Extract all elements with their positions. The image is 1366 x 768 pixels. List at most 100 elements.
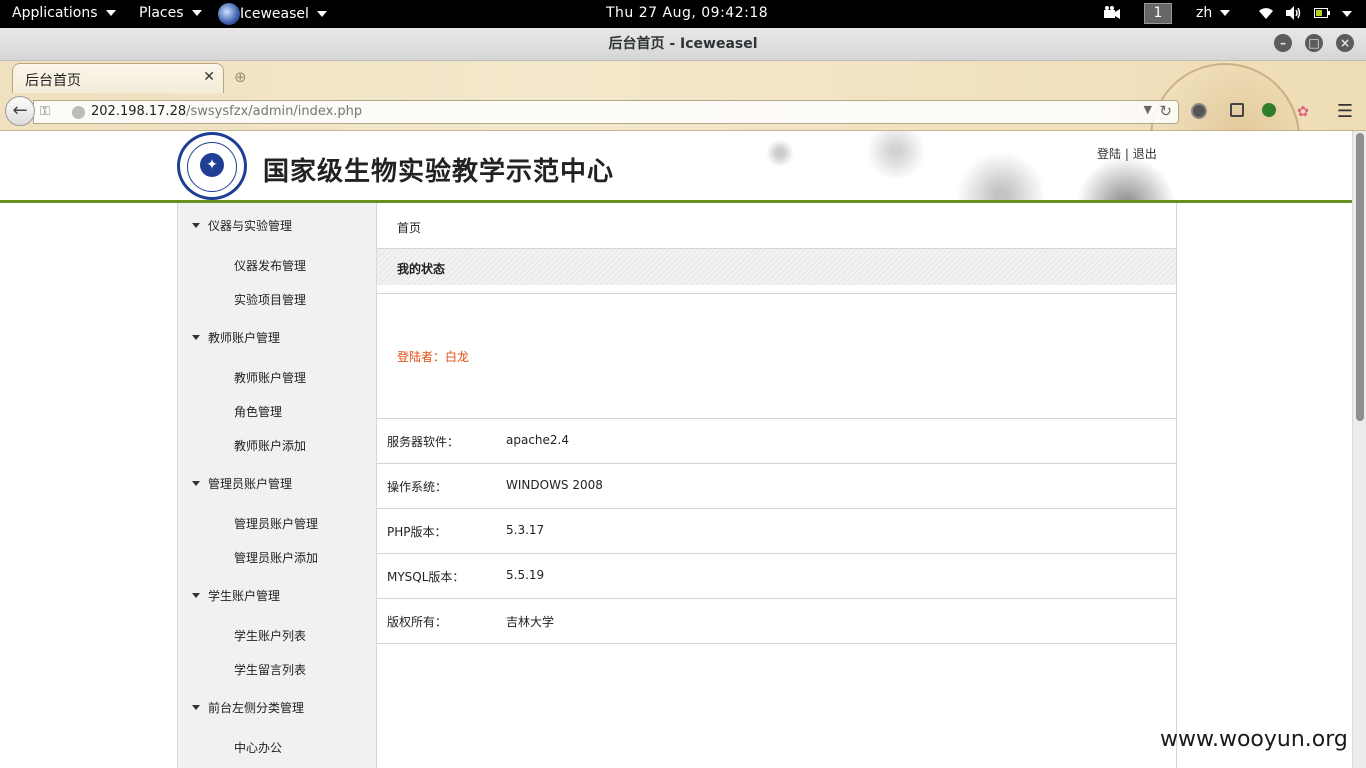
volume-icon[interactable]: [1286, 6, 1302, 20]
chevron-down-icon: [191, 10, 202, 16]
battery-icon[interactable]: [1314, 8, 1330, 18]
sidebar-group-teachers[interactable]: 教师账户管理: [192, 329, 280, 346]
sidebar-item-student-list[interactable]: 学生账户列表: [234, 627, 306, 644]
clock-label: Thu 27 Aug, 09:42:18: [606, 5, 769, 21]
sidebar-item-center-office[interactable]: 中心办公: [234, 739, 282, 756]
info-label-php: PHP版本：: [387, 525, 447, 539]
sidebar-group-label: 前台左侧分类管理: [208, 701, 305, 715]
triangle-down-icon: [192, 593, 200, 598]
sidebar-group-label: 管理员账户管理: [208, 477, 293, 491]
breadcrumb[interactable]: 首页: [397, 219, 421, 236]
wifi-icon[interactable]: [1258, 6, 1274, 20]
chevron-down-icon: [316, 11, 327, 17]
extension-flower-icon[interactable]: ✿: [1294, 103, 1312, 121]
sidebar-item-experiment-projects[interactable]: 实验项目管理: [234, 291, 306, 308]
sidebar-item-teacher-accounts[interactable]: 教师账户管理: [234, 369, 306, 386]
status-header: 我的状态: [377, 249, 1176, 285]
sidebar-item-roles[interactable]: 角色管理: [234, 403, 282, 420]
dandelion-decoration: [766, 139, 794, 167]
history-dropdown-icon[interactable]: ▼: [1144, 103, 1152, 116]
divider: [377, 463, 1176, 464]
sidebar-group-instruments[interactable]: 仪器与实验管理: [192, 217, 292, 234]
site-globe-icon: [72, 106, 85, 119]
new-tab-icon[interactable]: ⊕: [234, 68, 247, 86]
camera-icon[interactable]: [1104, 6, 1120, 20]
browser-chrome: 后台首页 ✕ ⊕ ⚿ 202.198.17.28/swsysfzx/admin/…: [0, 61, 1366, 213]
minimize-icon[interactable]: –: [1274, 34, 1292, 52]
reload-icon[interactable]: ↻: [1159, 102, 1172, 120]
extension-green-icon[interactable]: [1260, 103, 1278, 121]
app-menu[interactable]: Iceweasel: [218, 3, 327, 25]
sidebar-group-students[interactable]: 学生账户管理: [192, 587, 280, 604]
divider: [377, 643, 1176, 644]
reader-icon[interactable]: [1228, 103, 1246, 121]
auth-links: 登陆 | 退出: [1097, 145, 1157, 162]
info-value-mysql: 5.5.19: [506, 568, 545, 582]
info-label-copyright: 版权所有：: [387, 615, 448, 629]
sidebar-item-admin-add[interactable]: 管理员账户添加: [234, 549, 318, 566]
back-button[interactable]: ←: [5, 96, 35, 126]
dandelion-decoration: [866, 131, 926, 181]
info-label-server: 服务器软件：: [387, 435, 460, 449]
sidebar-group-categories[interactable]: 前台左侧分类管理: [192, 699, 304, 716]
url-path: /swsysfzx/admin/index.php: [186, 104, 363, 119]
address-bar[interactable]: ⚿ 202.198.17.28/swsysfzx/admin/index.php…: [33, 100, 1179, 124]
workspace-indicator[interactable]: 1: [1144, 3, 1172, 24]
dandelion-decoration: [1076, 156, 1176, 201]
site-title: 国家级生物实验教学示范中心: [263, 157, 615, 187]
info-value-server: apache2.4: [506, 433, 569, 447]
logout-link[interactable]: 退出: [1133, 147, 1157, 161]
sidebar-item-teacher-add[interactable]: 教师账户添加: [234, 437, 306, 454]
sidebar-group-admins[interactable]: 管理员账户管理: [192, 475, 292, 492]
link-separator: |: [1124, 147, 1129, 161]
applications-menu[interactable]: Applications: [12, 5, 116, 21]
iceweasel-icon: [218, 3, 240, 25]
header-banner: ✦ 国家级生物实验教学示范中心 登陆 | 退出: [176, 131, 1176, 201]
clock[interactable]: Thu 27 Aug, 09:42:18: [606, 5, 768, 21]
sidebar-item-student-messages[interactable]: 学生留言列表: [234, 661, 306, 678]
main-content: 首页 我的状态 登陆者：白龙 服务器软件： apache2.4 操作系统： WI…: [377, 203, 1177, 768]
triangle-down-icon: [192, 223, 200, 228]
admin-layout: 仪器与实验管理 仪器发布管理 实验项目管理 教师账户管理 教师账户管理 角色管理…: [177, 203, 1177, 768]
university-logo: ✦: [177, 132, 247, 200]
status-title: 我的状态: [397, 262, 446, 276]
divider: [377, 553, 1176, 554]
tab-admin-home[interactable]: 后台首页 ✕: [12, 63, 224, 93]
input-method-menu[interactable]: zh: [1196, 5, 1231, 21]
system-menu-chevron-down-icon[interactable]: [1340, 11, 1352, 17]
page-scrollbar[interactable]: [1352, 131, 1366, 768]
identity-key-icon[interactable]: ⚿: [40, 104, 50, 119]
tab-close-icon[interactable]: ✕: [203, 69, 215, 85]
triangle-down-icon: [192, 481, 200, 486]
info-value-copyright: 吉林大学: [506, 615, 555, 629]
maximize-icon[interactable]: □: [1305, 34, 1323, 52]
login-link[interactable]: 登陆: [1097, 147, 1121, 161]
sidebar-item-admin-accounts[interactable]: 管理员账户管理: [234, 515, 318, 532]
sidebar-item-instrument-publish[interactable]: 仪器发布管理: [234, 257, 306, 274]
sidebar-group-label: 教师账户管理: [208, 331, 281, 345]
system-top-bar: Applications Places Iceweasel Thu 27 Aug…: [0, 0, 1366, 28]
chevron-down-icon: [105, 10, 116, 16]
scrollbar-thumb[interactable]: [1356, 133, 1364, 421]
window-titlebar: 后台首页 - Iceweasel – □ ×: [0, 28, 1366, 61]
places-menu[interactable]: Places: [139, 5, 202, 21]
navigation-bar: ⚿ 202.198.17.28/swsysfzx/admin/index.php…: [0, 93, 1366, 131]
sidebar-group-label: 仪器与实验管理: [208, 219, 293, 233]
divider: [377, 293, 1176, 294]
close-icon[interactable]: ×: [1336, 34, 1354, 52]
site-header: ✦ 国家级生物实验教学示范中心 登陆 | 退出: [0, 131, 1352, 201]
divider: [377, 508, 1176, 509]
divider: [377, 418, 1176, 419]
page-viewport: ✦ 国家级生物实验教学示范中心 登陆 | 退出 仪器与实验管理 仪器发布管理 实…: [0, 131, 1352, 768]
info-value-os: WINDOWS 2008: [506, 478, 603, 492]
sidebar-group-label: 学生账户管理: [208, 589, 281, 603]
logged-in-user: 登陆者：白龙: [397, 350, 470, 364]
hamburger-menu-icon[interactable]: ☰: [1336, 103, 1354, 121]
url-host: 202.198.17.28: [91, 104, 187, 119]
triangle-down-icon: [192, 335, 200, 340]
addon-icon[interactable]: [1190, 103, 1208, 121]
triangle-down-icon: [192, 705, 200, 710]
admin-sidebar: 仪器与实验管理 仪器发布管理 实验项目管理 教师账户管理 教师账户管理 角色管理…: [177, 203, 377, 768]
window-title: 后台首页 - Iceweasel: [608, 36, 758, 52]
watermark: www.wooyun.org: [1160, 727, 1348, 752]
